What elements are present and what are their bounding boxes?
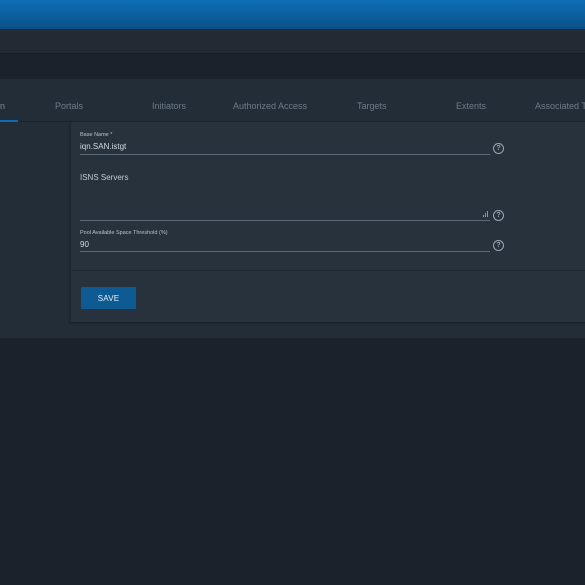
pool-threshold-input[interactable]: 90 [80,240,89,249]
tab-target-global-configuration[interactable]: n [0,101,5,111]
help-circle-icon[interactable]: ? [493,143,504,154]
page-toolbar [0,29,585,54]
base-name-input[interactable]: iqn.SAN.istgt [80,142,126,151]
iscsi-settings-card: n Portals Initiators Authorized Access T… [0,79,585,338]
page-background [0,338,585,585]
help-circle-icon[interactable]: ? [493,210,504,221]
save-button[interactable]: SAVE [81,287,136,309]
tab-associated-targets[interactable]: Associated T [535,101,585,111]
base-name-underline [80,154,490,155]
tab-portals[interactable]: Portals [55,101,83,111]
tab-authorized-access[interactable]: Authorized Access [233,101,307,111]
tab-extents[interactable]: Extents [456,101,486,111]
active-tab-indicator [0,120,18,122]
pool-threshold-underline [80,251,490,252]
form-divider [71,270,585,271]
global-configuration-form: Base Name * iqn.SAN.istgt ? ISNS Servers… [70,122,585,322]
pool-threshold-label: Pool Available Space Threshold (%) [80,230,168,236]
tab-targets[interactable]: Targets [357,101,387,111]
help-circle-icon[interactable]: ? [493,240,504,251]
base-name-label: Base Name * [80,132,113,138]
tab-initiators[interactable]: Initiators [152,101,186,111]
isns-servers-underline [80,220,490,221]
textarea-resize-icon[interactable] [483,211,489,217]
top-app-bar [0,0,585,29]
tab-bar: n Portals Initiators Authorized Access T… [0,79,585,122]
page-spacer [0,54,585,79]
isns-servers-label: ISNS Servers [80,173,129,182]
